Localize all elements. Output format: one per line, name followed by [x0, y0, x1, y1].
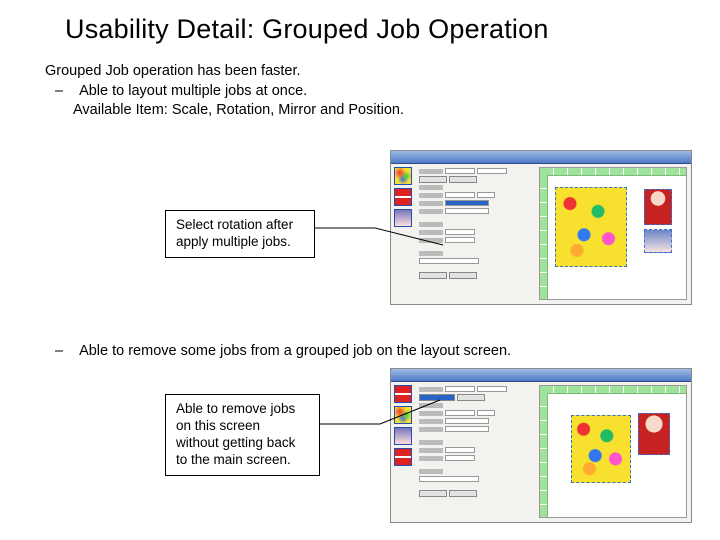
callout-remove-jobs: Able to remove jobs on this screen witho… — [165, 394, 320, 476]
job-image-photo — [644, 229, 672, 253]
ruler-horizontal — [540, 386, 686, 394]
job-image-balloons — [555, 187, 627, 267]
rotation-dropdown[interactable] — [445, 200, 489, 206]
job-thumbnail — [394, 167, 412, 185]
layout-preview — [539, 385, 687, 518]
ruler-horizontal — [540, 168, 686, 176]
ruler-vertical — [540, 393, 548, 517]
intro-line: Grouped Job operation has been faster. — [45, 62, 404, 82]
slide-title: Usability Detail: Grouped Job Operation — [65, 14, 549, 45]
callout-text: Select rotation after — [176, 217, 304, 234]
window-titlebar — [391, 369, 691, 382]
job-image-balloons — [571, 415, 631, 483]
intro-bullet: Able to layout multiple jobs at once. — [73, 82, 404, 102]
job-image-santa — [644, 189, 672, 225]
job-image-santa — [638, 413, 670, 455]
callout-text: apply multiple jobs. — [176, 234, 304, 251]
job-thumbnail — [394, 448, 412, 466]
callout-connector — [320, 394, 442, 434]
intro-line2: Available Item: Scale, Rotation, Mirror … — [73, 101, 404, 121]
window-titlebar — [391, 151, 691, 164]
preview-sheet — [549, 395, 684, 515]
ruler-vertical — [540, 175, 548, 299]
callout-connector — [315, 215, 445, 255]
callout-rotation: Select rotation after apply multiple job… — [165, 210, 315, 258]
callout-text: on this screen — [176, 418, 309, 435]
callout-text: to the main screen. — [176, 452, 309, 469]
callout-text: without getting back — [176, 435, 309, 452]
screenshot-layout-editor-2 — [390, 368, 692, 523]
job-thumbnail — [394, 188, 412, 206]
preview-sheet — [549, 177, 684, 297]
callout-text: Able to remove jobs — [176, 401, 309, 418]
mid-block: Able to remove some jobs from a grouped … — [45, 343, 511, 359]
layout-preview — [539, 167, 687, 300]
intro-bullet-text: Able to layout multiple jobs at once. — [79, 83, 307, 99]
intro-block: Grouped Job operation has been faster. A… — [45, 62, 404, 121]
mid-bullet-text: Able to remove some jobs from a grouped … — [79, 343, 511, 359]
mid-bullet: Able to remove some jobs from a grouped … — [73, 343, 511, 359]
